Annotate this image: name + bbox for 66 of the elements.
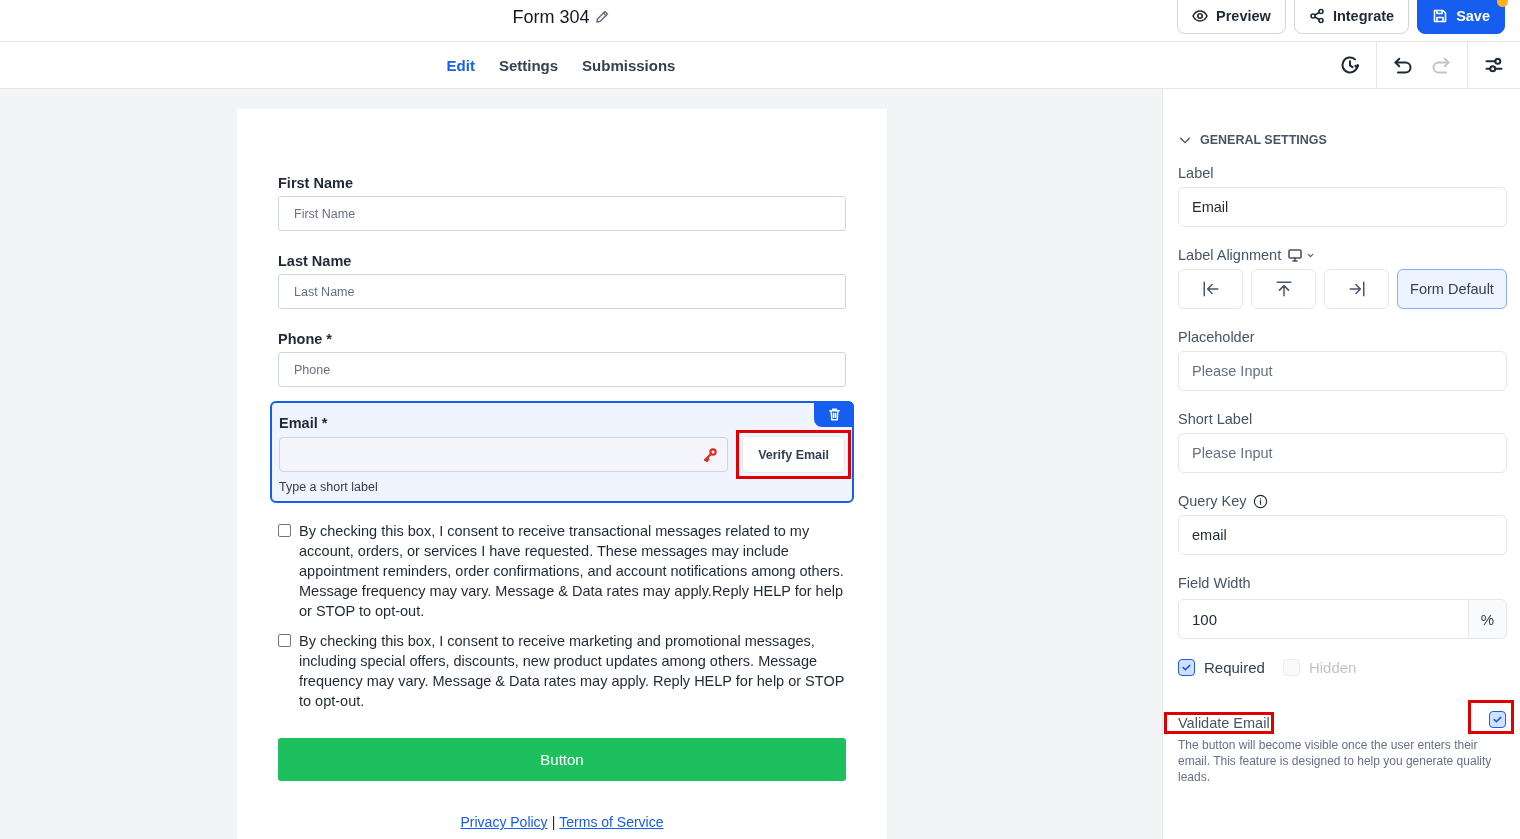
save-button[interactable]: Save <box>1417 0 1505 34</box>
tab[interactable]: Submissions <box>582 52 676 78</box>
align-left-icon <box>1201 280 1220 298</box>
alignment-button[interactable] <box>1251 269 1316 309</box>
form-title: Form 304 <box>512 6 590 28</box>
tab[interactable]: Edit <box>446 52 475 78</box>
history-icon[interactable] <box>1340 55 1360 75</box>
delete-button[interactable] <box>814 401 854 427</box>
field-label: Query Key <box>1178 493 1247 509</box>
short-label-input-field[interactable]: Please Input <box>1178 433 1507 473</box>
description-text: The button will become visible once the user enters their email. This feature is designed to help you generate quality leads. <box>1178 737 1493 785</box>
integrate-button[interactable]: Integrate <box>1293 0 1410 34</box>
field-label: First Name <box>278 175 353 191</box>
field-label: Placeholder <box>1178 329 1256 345</box>
checkbox-label: Required <box>1204 659 1265 676</box>
tab[interactable]: Settings <box>498 52 559 78</box>
consent-text: By checking this box, I consent to receive transactional messages related to my account, orders, or services I have requested. These messages may include appointment reminders, order confirmations, and account notifications among others. Message frequency may vary. Message & Data rates may apply.Reply HELP for help or STOP to opt-out. <box>299 522 845 621</box>
monitor-icon <box>1287 247 1304 263</box>
link-separator: | <box>551 814 556 830</box>
short-label-text: Type a short label <box>279 480 379 494</box>
field-label: Label <box>1178 165 1215 181</box>
consent-text: By checking this box, I consent to receive marketing and promotional messages, including special offers, discounts, new product updates among others. Message frequency may vary. Message & Data rates may apply. Reply HELP for help or STOP to opt-out. <box>299 632 846 711</box>
field-label: Email <box>279 415 318 431</box>
eye-icon <box>1192 8 1209 24</box>
field-width-input-field[interactable]: 100 <box>1178 599 1469 639</box>
align-right-icon <box>1347 280 1366 298</box>
device-dropdown[interactable] <box>1287 247 1316 263</box>
preview-button[interactable]: Preview <box>1177 0 1286 34</box>
unit-label: % <box>1469 599 1507 639</box>
share-icon <box>1308 8 1325 24</box>
align-top-icon <box>1274 280 1293 298</box>
footer-link[interactable]: Privacy Policy <box>460 814 548 830</box>
key-icon <box>702 446 719 463</box>
field-label: Phone <box>278 331 323 347</box>
field-label: Last Name <box>278 253 352 269</box>
form-default-button[interactable]: Form Default <box>1397 269 1507 309</box>
info-icon <box>1252 493 1268 509</box>
label-input-field[interactable]: Email <box>1178 187 1507 227</box>
undo-icon[interactable] <box>1393 55 1413 75</box>
input-field[interactable]: Phone <box>278 352 846 387</box>
field-label: Label Alignment <box>1178 247 1282 263</box>
trash-icon <box>826 406 842 422</box>
checkbox[interactable] <box>278 634 291 647</box>
pencil-icon <box>593 9 610 25</box>
checkbox-label: Hidden <box>1308 659 1357 676</box>
field-label: Field Width <box>1178 575 1252 591</box>
alignment-button[interactable] <box>1324 269 1389 309</box>
required-mark: * <box>326 331 332 347</box>
validate-email-checkbox[interactable] <box>1489 711 1506 728</box>
query-key-input-field[interactable]: email <box>1178 515 1507 555</box>
input-field[interactable]: First Name <box>278 196 846 231</box>
section-header[interactable]: GENERAL SETTINGS <box>1178 133 1507 147</box>
checkbox[interactable] <box>278 524 291 537</box>
sliders-icon[interactable] <box>1484 55 1504 75</box>
validate-email-label: Validate Email <box>1178 715 1270 731</box>
alignment-button[interactable] <box>1178 269 1243 309</box>
input-field[interactable]: Last Name <box>278 274 846 309</box>
footer-link[interactable]: Terms of Service <box>559 814 664 830</box>
placeholder-input-field[interactable]: Please Input <box>1178 351 1507 391</box>
field-label: Short Label <box>1178 411 1254 427</box>
email-input-field[interactable] <box>279 437 729 472</box>
selected-field-frame[interactable]: Email * Verify Email Type a short label <box>270 401 854 503</box>
save-icon <box>1432 8 1449 24</box>
checkbox[interactable] <box>1178 659 1195 676</box>
verify-email-button[interactable]: Verify Email <box>742 436 845 473</box>
required-mark: * <box>321 415 328 431</box>
